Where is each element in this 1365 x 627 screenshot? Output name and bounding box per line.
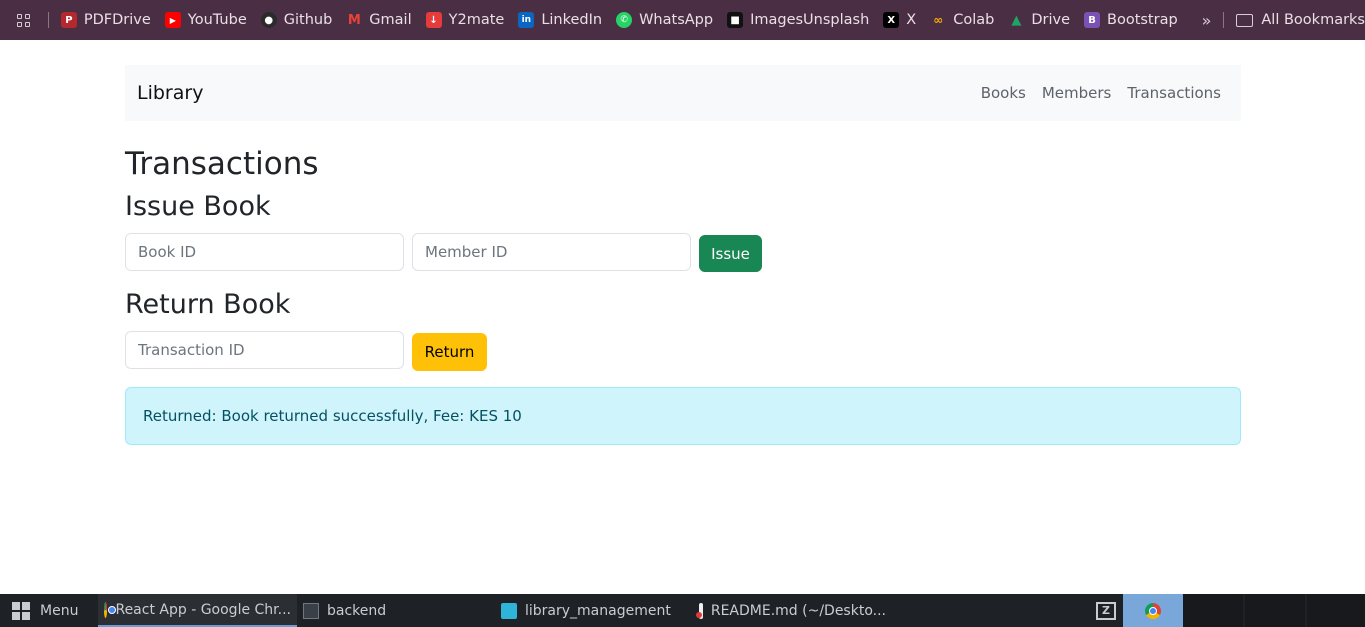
unsplash-icon: ■ — [727, 12, 744, 28]
nav-links: Books Members Transactions — [973, 84, 1229, 102]
status-alert: Returned: Book returned successfully, Fe… — [125, 387, 1241, 445]
linkedin-icon: in — [518, 12, 535, 28]
colab-icon: ∞ — [933, 13, 944, 27]
gmail-icon: M — [347, 12, 361, 28]
bookmark-y2mate[interactable]: ↓ Y2mate — [425, 12, 505, 28]
chrome-tray-icon[interactable] — [1123, 594, 1183, 627]
taskbar: Menu React App - Google Chr... backend l… — [0, 594, 1365, 627]
return-button[interactable]: Return — [412, 333, 487, 371]
start-menu-button[interactable]: Menu — [0, 594, 90, 627]
bookmark-linkedin[interactable]: in LinkedIn — [518, 12, 602, 28]
filezilla-tray-icon[interactable]: Z — [1090, 594, 1122, 627]
navbar: Library Books Members Transactions — [125, 65, 1241, 121]
book-id-input[interactable] — [125, 233, 404, 271]
github-icon: ● — [260, 12, 277, 28]
bookmark-whatsapp[interactable]: ✆ WhatsApp — [616, 12, 713, 28]
bookmark-label: YouTube — [187, 12, 247, 28]
issue-button[interactable]: Issue — [699, 235, 762, 272]
x-icon: X — [883, 12, 900, 28]
task-label: library_management — [525, 602, 671, 619]
page-title: Transactions — [125, 146, 319, 182]
transaction-id-input[interactable] — [125, 331, 404, 369]
bookmark-x[interactable]: X X — [883, 12, 916, 28]
all-bookmarks-label: All Bookmarks — [1261, 12, 1365, 28]
bookmark-label: Github — [283, 12, 333, 28]
bookmark-bootstrap[interactable]: B Bootstrap — [1084, 12, 1178, 28]
taskbar-task-chrome[interactable]: React App - Google Chr... — [98, 594, 297, 627]
terminal-icon — [303, 602, 319, 619]
chrome-icon — [104, 601, 118, 618]
pdfdrive-icon: P — [60, 12, 77, 28]
bookmark-unsplash[interactable]: ■ ImagesUnsplash — [727, 12, 869, 28]
whatsapp-icon: ✆ — [616, 12, 633, 28]
navbar-brand[interactable]: Library — [137, 82, 203, 104]
nav-link-members[interactable]: Members — [1034, 84, 1120, 102]
bookmark-label: Bootstrap — [1107, 12, 1178, 28]
bookmark-label: PDFDrive — [83, 12, 151, 28]
drive-icon: ▲ — [1011, 12, 1022, 28]
bookmark-label: X — [906, 12, 917, 28]
nav-link-transactions[interactable]: Transactions — [1119, 84, 1229, 102]
task-label: React App - Google Chr... — [115, 601, 291, 618]
bookmarks-separator — [1223, 12, 1225, 28]
menu-grid-icon — [12, 601, 30, 620]
taskbar-task-editor[interactable]: README.md (~/Deskto... — [693, 594, 892, 627]
menu-label: Menu — [40, 602, 79, 619]
workspace-2[interactable] — [1245, 594, 1305, 627]
bookmark-youtube[interactable]: ▶ YouTube — [164, 12, 247, 28]
bookmark-pdfdrive[interactable]: P PDFDrive — [60, 12, 151, 28]
bookmark-github[interactable]: ● Github — [260, 12, 333, 28]
taskbar-task-folder[interactable]: library_management — [495, 594, 694, 627]
member-id-input[interactable] — [412, 233, 691, 271]
more-bookmarks-chevron-icon[interactable]: » — [1202, 11, 1212, 30]
bookmark-label: Gmail — [369, 12, 412, 28]
bookmark-colab[interactable]: ∞ Colab — [930, 12, 994, 28]
folder-icon — [501, 602, 517, 619]
taskbar-task-terminal[interactable]: backend — [297, 594, 496, 627]
bookmark-label: Drive — [1031, 12, 1070, 28]
workspace-3[interactable] — [1307, 594, 1365, 627]
folder-icon — [1236, 13, 1254, 27]
alert-message: Returned: Book returned successfully, Fe… — [143, 407, 522, 425]
bookmark-gmail[interactable]: M Gmail — [346, 12, 412, 28]
text-editor-icon — [695, 602, 703, 619]
bookmark-label: Colab — [953, 12, 995, 28]
nav-link-books[interactable]: Books — [973, 84, 1034, 102]
bookmarks-bar: P PDFDrive ▶ YouTube ● Github M Gmail ↓ … — [0, 0, 1365, 40]
chrome-icon — [1145, 602, 1161, 619]
bookmark-drive[interactable]: ▲ Drive — [1008, 12, 1070, 28]
youtube-icon: ▶ — [164, 12, 181, 28]
bookmark-label: ImagesUnsplash — [750, 12, 870, 28]
bookmark-label: WhatsApp — [639, 12, 714, 28]
bookmark-label: Y2mate — [448, 12, 505, 28]
task-label: README.md (~/Deskto... — [710, 602, 886, 619]
workspace-1[interactable] — [1183, 594, 1243, 627]
bookmarks-separator — [47, 12, 49, 28]
task-label: backend — [327, 602, 387, 619]
y2mate-icon: ↓ — [425, 12, 442, 28]
bootstrap-icon: B — [1084, 12, 1100, 28]
bookmark-label: LinkedIn — [541, 12, 603, 28]
apps-icon[interactable] — [0, 0, 48, 40]
return-book-heading: Return Book — [125, 289, 291, 320]
all-bookmarks-button[interactable]: All Bookmarks — [1236, 12, 1365, 28]
issue-book-heading: Issue Book — [125, 191, 271, 222]
